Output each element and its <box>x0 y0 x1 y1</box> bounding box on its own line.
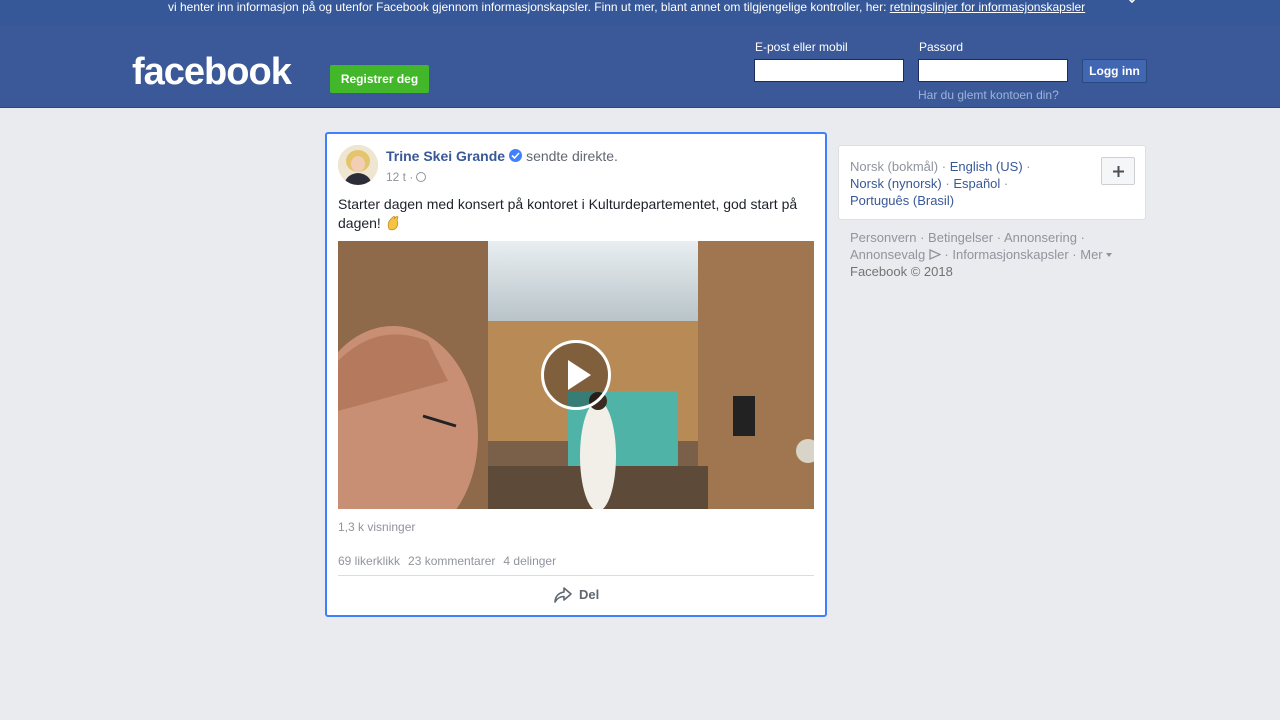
share-arrow-icon <box>554 587 572 603</box>
post-action-text: sendte direkte. <box>526 148 618 164</box>
post-stats: 69 likerklikk 23 kommentarer 4 delinger <box>338 554 564 568</box>
share-label: Del <box>579 587 600 602</box>
language-current: Norsk (bokmål) <box>850 159 939 174</box>
password-label: Passord <box>919 40 964 54</box>
post-message: Starter dagen med konsert på kontoret i … <box>338 195 808 233</box>
view-count: 1,3 k visninger <box>338 520 416 534</box>
footer-link[interactable]: Annonsering <box>1004 230 1077 245</box>
post-timestamp[interactable]: 12 t · <box>386 170 413 184</box>
email-field[interactable] <box>754 59 904 82</box>
footer-link[interactable]: Mer <box>1080 247 1102 262</box>
likes-count[interactable]: 69 likerklikk <box>338 554 400 568</box>
language-link[interactable]: Norsk (nynorsk) <box>850 176 942 191</box>
post-meta: 12 t · <box>386 170 427 184</box>
video-player[interactable] <box>338 241 814 509</box>
chevron-down-icon[interactable] <box>1106 253 1113 257</box>
forgot-account-link[interactable]: Har du glemt kontoen din? <box>918 88 1059 102</box>
cookie-banner-text-wrap: vi henter inn informasjon på og utenfor … <box>168 0 1085 14</box>
clapping-hands-icon <box>385 215 401 231</box>
shares-count[interactable]: 4 delinger <box>503 554 556 568</box>
footer-links: Personvern · Betingelser · Annonsering ·… <box>850 229 1140 280</box>
cookie-policy-link[interactable]: retningslinjer for informasjonskapsler <box>890 0 1085 14</box>
adchoices-icon[interactable] <box>929 248 942 261</box>
add-language-button[interactable] <box>1101 157 1135 185</box>
play-button[interactable] <box>541 340 611 410</box>
login-button[interactable]: Logg inn <box>1082 59 1147 83</box>
language-selector: Norsk (bokmål) · English (US) · Norsk (n… <box>838 145 1146 220</box>
footer-link[interactable]: Personvern <box>850 230 916 245</box>
avatar[interactable] <box>338 145 378 185</box>
language-link[interactable]: English (US) <box>950 159 1023 174</box>
play-icon <box>568 360 591 390</box>
post-author-line: Trine Skei Grande sendte direkte. <box>386 148 618 164</box>
footer-link[interactable]: Betingelser <box>928 230 993 245</box>
cookie-banner: vi henter inn informasjon på og utenfor … <box>0 0 1280 25</box>
close-icon[interactable] <box>1123 0 1141 8</box>
password-field[interactable] <box>918 59 1068 82</box>
language-list: Norsk (bokmål) · English (US) · Norsk (n… <box>850 159 1031 208</box>
register-button[interactable]: Registrer deg <box>330 65 429 93</box>
footer-link[interactable]: Informasjonskapsler <box>952 247 1068 262</box>
globe-icon <box>416 172 427 182</box>
copyright: Facebook © 2018 <box>850 264 953 279</box>
divider <box>338 575 814 576</box>
top-header: facebook Registrer deg E-post eller mobi… <box>0 25 1280 108</box>
language-link[interactable]: Português (Brasil) <box>850 193 954 208</box>
footer-link[interactable]: Annonsevalg <box>850 247 925 262</box>
post-author-name[interactable]: Trine Skei Grande <box>386 148 505 164</box>
comments-count[interactable]: 23 kommentarer <box>408 554 495 568</box>
cookie-banner-text: vi henter inn informasjon på og utenfor … <box>168 0 890 14</box>
verified-badge-icon <box>509 149 523 162</box>
post-card: Trine Skei Grande sendte direkte. 12 t · … <box>325 132 827 617</box>
share-button[interactable]: Del <box>553 586 599 606</box>
facebook-logo[interactable]: facebook <box>132 49 292 95</box>
email-label: E-post eller mobil <box>755 40 848 54</box>
plus-icon <box>1113 166 1124 177</box>
post-message-text: Starter dagen med konsert på kontoret i … <box>338 196 798 231</box>
language-link[interactable]: Español <box>953 176 1000 191</box>
